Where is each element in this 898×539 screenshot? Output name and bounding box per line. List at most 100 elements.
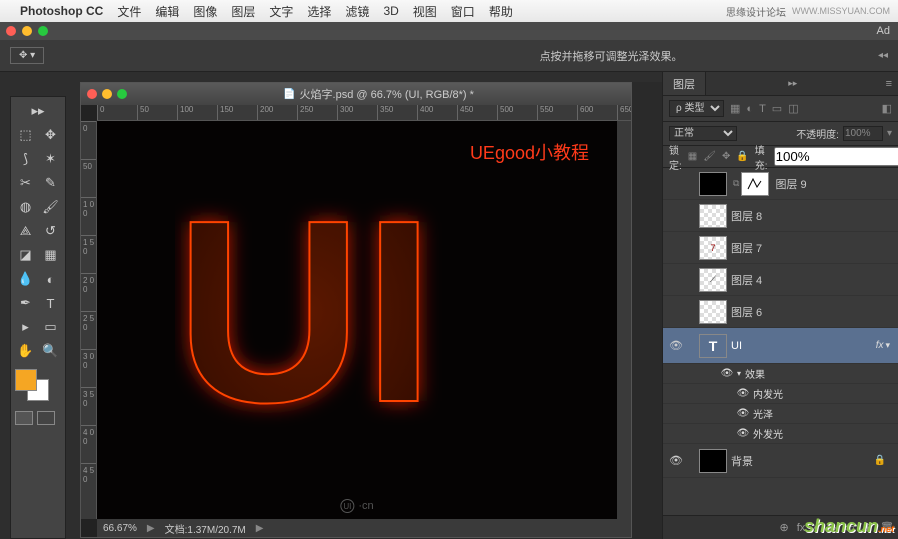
layer-name[interactable]: 图层 4 bbox=[731, 272, 894, 288]
filter-smart-icon[interactable]: ◫ bbox=[788, 102, 798, 115]
zoom-tool[interactable]: 🔍 bbox=[38, 339, 63, 363]
link-layers-icon[interactable]: ⊕ bbox=[780, 521, 789, 534]
layer-name[interactable]: 图层 6 bbox=[731, 304, 894, 320]
layer-thumb[interactable] bbox=[699, 449, 727, 473]
fx-indicator[interactable]: fx bbox=[876, 340, 884, 351]
zoom-level[interactable]: 66.67% bbox=[103, 523, 137, 534]
layers-tab[interactable]: 图层 bbox=[663, 72, 706, 95]
delete-layer-icon[interactable]: 🗑 bbox=[880, 521, 894, 534]
horizontal-ruler[interactable]: 050100150200250300350400450500550600650 bbox=[97, 105, 631, 121]
add-adjustment-icon[interactable]: ◇ bbox=[828, 521, 836, 534]
screenmode-icon[interactable] bbox=[37, 411, 55, 425]
filter-kind-select[interactable]: ρ 类型 bbox=[669, 100, 724, 117]
path-select-tool[interactable]: ▸ bbox=[13, 315, 38, 339]
app-name[interactable]: Photoshop CC bbox=[20, 4, 103, 18]
layer-name[interactable]: UI bbox=[731, 340, 876, 352]
layer-thumb[interactable]: ⟋ bbox=[699, 268, 727, 292]
new-group-icon[interactable]: ▭ bbox=[844, 521, 854, 534]
doc-close-icon[interactable] bbox=[87, 89, 97, 99]
doc-zoom-icon[interactable] bbox=[117, 89, 127, 99]
window-minimize-icon[interactable] bbox=[22, 26, 32, 36]
layer-row[interactable]: ⟋ 图层 4 bbox=[663, 264, 898, 296]
dodge-tool[interactable]: ◐ bbox=[38, 267, 63, 291]
menu-filter[interactable]: 滤镜 bbox=[345, 3, 369, 20]
gradient-tool[interactable]: ▦ bbox=[38, 243, 63, 267]
layer-row-selected[interactable]: 👁 T UI fx ▾ bbox=[663, 328, 898, 364]
mask-link-icon[interactable]: ⧉ bbox=[733, 178, 739, 189]
hand-tool[interactable]: ✋ bbox=[13, 339, 38, 363]
add-fx-icon[interactable]: fx bbox=[797, 522, 806, 534]
type-layer-thumb[interactable]: T bbox=[699, 334, 727, 358]
visibility-toggle[interactable]: 👁 bbox=[663, 454, 689, 467]
lock-all-icon[interactable]: 🔒 bbox=[736, 151, 748, 162]
vertical-ruler[interactable]: 0501 0 01 5 02 0 02 5 03 0 03 5 04 0 04 … bbox=[81, 121, 97, 519]
type-tool[interactable]: T bbox=[38, 291, 63, 315]
canvas[interactable]: UEgood小教程 UI UI UIUI·cn·cn bbox=[97, 121, 617, 519]
layer-name[interactable]: 图层 9 bbox=[775, 176, 894, 192]
expand-tools-icon[interactable]: ▸▸ bbox=[13, 99, 63, 123]
crop-tool[interactable]: ✂ bbox=[13, 171, 38, 195]
window-zoom-icon[interactable] bbox=[38, 26, 48, 36]
collapse-panels-icon[interactable]: ◂◂ bbox=[878, 50, 888, 61]
quickmask-icon[interactable] bbox=[15, 411, 33, 425]
layer-name[interactable]: 背景 bbox=[731, 453, 874, 469]
blend-mode-select[interactable]: 正常 bbox=[669, 126, 737, 141]
lasso-tool[interactable]: ⟆ bbox=[13, 147, 38, 171]
layer-row[interactable]: 7 图层 7 bbox=[663, 232, 898, 264]
effects-header-row[interactable]: 👁 ▾ 效果 bbox=[663, 364, 898, 384]
vertical-scrollbar[interactable] bbox=[617, 121, 631, 519]
brush-tool[interactable]: 🖌 bbox=[38, 195, 63, 219]
add-mask-icon[interactable]: ◐ bbox=[813, 522, 820, 534]
filter-pixel-icon[interactable]: ▦ bbox=[730, 102, 740, 115]
move-tool[interactable]: ✥ bbox=[38, 123, 63, 147]
menu-help[interactable]: 帮助 bbox=[489, 3, 513, 20]
eyedropper-tool[interactable]: ✎ bbox=[38, 171, 63, 195]
fx-visibility-toggle[interactable]: 👁 bbox=[717, 368, 737, 379]
blur-tool[interactable]: 💧 bbox=[13, 267, 38, 291]
color-swatches[interactable] bbox=[13, 369, 63, 405]
healing-tool[interactable]: ◍ bbox=[13, 195, 38, 219]
menu-3d[interactable]: 3D bbox=[383, 4, 398, 18]
panel-menu-icon[interactable]: ≡ bbox=[886, 78, 892, 90]
fx-visibility-toggle[interactable]: 👁 bbox=[733, 428, 753, 439]
menu-view[interactable]: 视图 bbox=[413, 3, 437, 20]
menu-image[interactable]: 图像 bbox=[193, 3, 217, 20]
marquee-tool[interactable]: ⬚ bbox=[13, 123, 38, 147]
foreground-color-swatch[interactable] bbox=[15, 369, 37, 391]
lock-paint-icon[interactable]: 🖌 bbox=[703, 151, 716, 162]
filter-toggle-icon[interactable]: ◧ bbox=[882, 102, 892, 115]
visibility-toggle[interactable]: 👁 bbox=[663, 339, 689, 352]
layer-row[interactable]: 图层 6 bbox=[663, 296, 898, 328]
layer-thumb[interactable] bbox=[699, 172, 727, 196]
effect-row[interactable]: 👁 内发光 bbox=[663, 384, 898, 404]
filter-type-icon[interactable]: T bbox=[759, 103, 766, 115]
effect-row[interactable]: 👁 外发光 bbox=[663, 424, 898, 444]
menu-layer[interactable]: 图层 bbox=[231, 3, 255, 20]
menu-window[interactable]: 窗口 bbox=[451, 3, 475, 20]
layer-thumb[interactable]: 7 bbox=[699, 236, 727, 260]
background-layer-row[interactable]: 👁 背景 🔒 bbox=[663, 444, 898, 478]
layer-mask-thumb[interactable] bbox=[741, 172, 769, 196]
window-close-icon[interactable] bbox=[6, 26, 16, 36]
new-layer-icon[interactable]: ⊞ bbox=[863, 521, 872, 534]
shape-tool[interactable]: ▭ bbox=[38, 315, 63, 339]
layer-row[interactable]: ⧉ 图层 9 bbox=[663, 168, 898, 200]
history-brush-tool[interactable]: ↺ bbox=[38, 219, 63, 243]
layer-name[interactable]: 图层 8 bbox=[731, 208, 894, 224]
layer-name[interactable]: 图层 7 bbox=[731, 240, 894, 256]
eraser-tool[interactable]: ◪ bbox=[13, 243, 38, 267]
menu-edit[interactable]: 编辑 bbox=[155, 3, 179, 20]
lock-pos-icon[interactable]: ✥ bbox=[722, 151, 730, 162]
lock-icon[interactable]: 🔒 bbox=[874, 455, 886, 466]
layer-thumb[interactable] bbox=[699, 300, 727, 324]
current-tool-icon[interactable]: ✥ ▾ bbox=[10, 47, 44, 64]
magic-wand-tool[interactable]: ✶ bbox=[38, 147, 63, 171]
panel-collapse-icon[interactable]: ▸▸ bbox=[788, 78, 797, 89]
filter-adjust-icon[interactable]: ◐ bbox=[746, 103, 753, 115]
pen-tool[interactable]: ✒ bbox=[13, 291, 38, 315]
stamp-tool[interactable]: ⟁ bbox=[13, 219, 38, 243]
menu-file[interactable]: 文件 bbox=[117, 3, 141, 20]
filter-shape-icon[interactable]: ▭ bbox=[772, 102, 782, 115]
menu-select[interactable]: 选择 bbox=[307, 3, 331, 20]
doc-info[interactable]: 文档:1.37M/20.7M bbox=[165, 521, 246, 536]
